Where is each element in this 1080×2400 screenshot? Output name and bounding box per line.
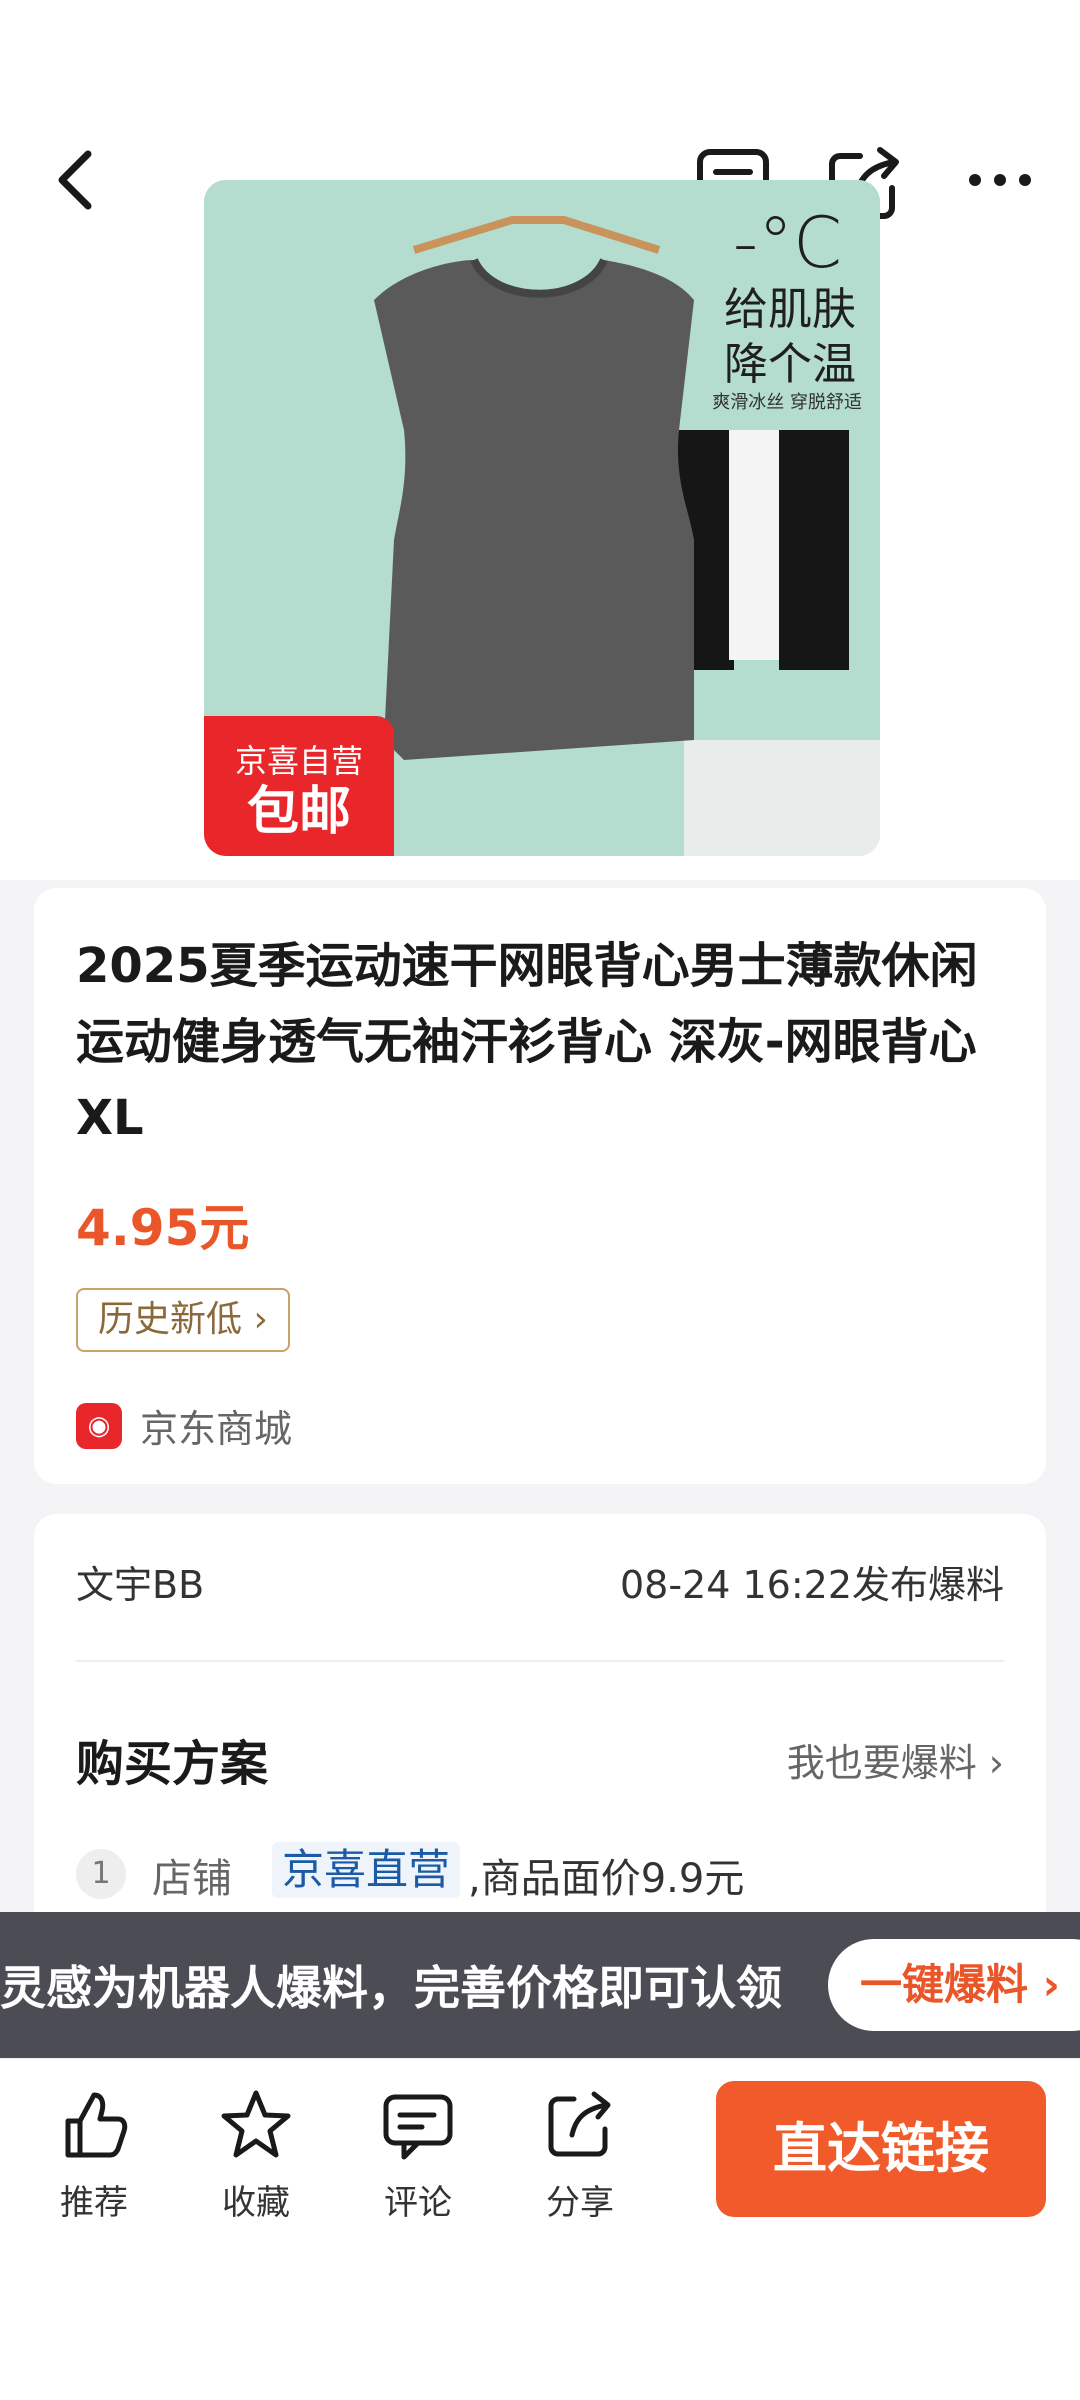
promo-badge: 京喜自营 包邮 — [204, 716, 394, 856]
share-icon — [540, 2085, 620, 2165]
badge-top-text: 京喜自营 — [234, 742, 363, 780]
bottom-safe-area — [0, 2248, 1080, 2400]
post-time: 08-24 16:22发布爆料 — [619, 1563, 1004, 1607]
comment-button[interactable]: 评论 — [358, 2085, 478, 2224]
plan-title: 购买方案 — [76, 1736, 269, 1792]
bottom-action-bar: 推荐 收藏 评论 分享 直达链接 — [0, 2058, 1080, 2249]
jd-logo-icon: ◉ — [76, 1402, 122, 1449]
submit-deal-link[interactable]: 我也要爆料 › — [787, 1732, 1004, 1787]
mall-name: 京东商城 — [140, 1407, 293, 1451]
recommend-button[interactable]: 推荐 — [34, 2085, 154, 2224]
step-description: ,商品面价9.9元 — [468, 1856, 745, 1902]
direct-link-button[interactable]: 直达链接 — [716, 2081, 1046, 2217]
comment-icon — [378, 2085, 458, 2165]
claim-banner: 灵感为机器人爆料，完善价格即可认领 一键爆料 › — [0, 1912, 1080, 2058]
favorite-label: 收藏 — [222, 2183, 290, 2223]
comment-label: 评论 — [384, 2183, 452, 2223]
banner-text: 灵感为机器人爆料，完善价格即可认领 — [0, 1961, 782, 2015]
step-label: 店铺 — [152, 1856, 232, 1902]
divider — [76, 1660, 1004, 1662]
store-link[interactable]: 京喜直营 — [272, 1842, 461, 1898]
mall-row[interactable]: ◉ 京东商城 — [76, 1398, 292, 1453]
promo-subtitle: 爽滑冰丝 穿脱舒适 — [712, 392, 862, 413]
step-number: 1 — [76, 1849, 126, 1899]
badge-bottom-text: 包邮 — [246, 782, 351, 842]
promo-line-1: 给肌肤 — [724, 284, 856, 335]
product-price: 4.95元 — [76, 1199, 250, 1257]
more-icon[interactable] — [955, 150, 1045, 210]
one-click-report-button[interactable]: 一键爆料 › — [828, 1939, 1080, 2031]
promo-line-2: 降个温 — [724, 339, 856, 390]
back-arrow-icon[interactable] — [40, 140, 110, 220]
product-info-card: 2025夏季运动速干网眼背心男士薄款休闲运动健身透气无袖汗衫背心 深灰-网眼背心… — [34, 888, 1046, 1484]
share-button[interactable]: 分享 — [520, 2085, 640, 2224]
product-image[interactable]: -°C 给肌肤 降个温 爽滑冰丝 穿脱舒适 京喜自营 包邮 — [204, 180, 880, 856]
post-info-card: 文宇BB 08-24 16:22发布爆料 购买方案 我也要爆料 › 1 店铺 京… — [34, 1514, 1046, 1934]
price-history-tag[interactable]: 历史新低 › — [76, 1288, 290, 1352]
product-title: 2025夏季运动速干网眼背心男士薄款休闲运动健身透气无袖汗衫背心 深灰-网眼背心… — [76, 938, 978, 1146]
thumbs-up-icon — [54, 2085, 134, 2165]
author-name[interactable]: 文宇BB — [76, 1554, 204, 1609]
share-label: 分享 — [546, 2183, 614, 2223]
star-icon — [216, 2085, 296, 2165]
promo-temperature: -°C — [732, 202, 842, 284]
favorite-button[interactable]: 收藏 — [196, 2085, 316, 2224]
recommend-label: 推荐 — [60, 2183, 128, 2223]
